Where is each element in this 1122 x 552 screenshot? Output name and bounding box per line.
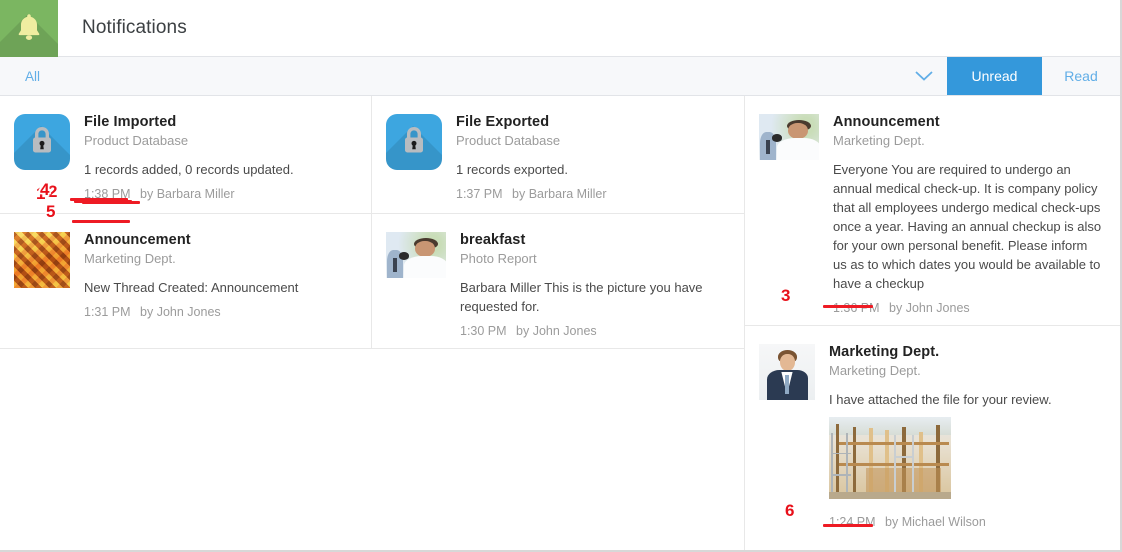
notification-subtitle: Photo Report <box>460 251 728 266</box>
annotation-underline <box>823 524 873 527</box>
avatar-man-with-microphone <box>759 114 819 160</box>
notification-meta: 1:30 PM by John Jones <box>460 324 728 338</box>
notification-time: 1:37 PM <box>456 187 503 201</box>
notification-message: Everyone You are required to undergo an … <box>833 160 1104 293</box>
notification-subtitle: Marketing Dept. <box>829 363 1104 378</box>
avatar-man-in-suit <box>759 344 815 400</box>
read-state-segmented-control: Unread Read <box>947 57 1120 95</box>
notification-title: breakfast <box>460 232 728 248</box>
notification-card[interactable]: Announcement Marketing Dept. Everyone Yo… <box>745 96 1120 326</box>
notifications-app: Notifications All Unread Read <box>0 0 1122 552</box>
notification-meta: 1:37 PM by Barbara Miller <box>456 187 728 201</box>
notification-message: 1 records exported. <box>456 160 728 179</box>
notification-author: by John Jones <box>516 324 597 338</box>
attachment-image-construction-site[interactable] <box>829 417 951 499</box>
notification-title: Announcement <box>84 232 355 248</box>
tab-read[interactable]: Read <box>1042 57 1120 95</box>
notification-card[interactable]: Announcement Marketing Dept. New Thread … <box>0 214 372 349</box>
annotation-underline <box>70 198 128 201</box>
lock-icon <box>386 114 442 170</box>
notification-subtitle: Marketing Dept. <box>84 251 355 266</box>
avatar-man-with-microphone <box>386 232 446 278</box>
notification-author: by John Jones <box>889 301 970 315</box>
filter-all-button[interactable]: All <box>0 57 901 95</box>
notification-meta: 1:36 PM by John Jones <box>833 301 1104 315</box>
annotation-underline <box>72 220 130 223</box>
chevron-down-icon[interactable] <box>901 57 947 95</box>
annotation-marker: 6 <box>785 501 794 521</box>
notification-card[interactable]: breakfast Photo Report Barbara Miller Th… <box>372 214 744 349</box>
notification-author: by Michael Wilson <box>885 515 986 529</box>
notification-message: I have attached the file for your review… <box>829 390 1104 409</box>
notification-title: Announcement <box>833 114 1104 130</box>
notification-author: by Barbara Miller <box>512 187 606 201</box>
notification-author: by John Jones <box>140 305 221 319</box>
annotation-marker: 5 <box>46 202 55 222</box>
bell-icon <box>0 0 58 57</box>
notification-subtitle: Marketing Dept. <box>833 133 1104 148</box>
notification-author: by Barbara Miller <box>140 187 234 201</box>
notification-time: 1:36 PM <box>833 301 880 315</box>
notification-subtitle: Product Database <box>84 133 355 148</box>
notification-title: Marketing Dept. <box>829 344 1104 360</box>
notification-card[interactable]: File Exported Product Database 1 records… <box>372 96 744 214</box>
notification-meta: 1:31 PM by John Jones <box>84 305 355 319</box>
notifications-right-column: Announcement Marketing Dept. Everyone Yo… <box>745 96 1120 552</box>
filter-bar: All Unread Read <box>0 57 1120 96</box>
tab-unread[interactable]: Unread <box>947 57 1042 95</box>
woven-texture-thumbnail <box>14 232 70 288</box>
notifications-left-columns: File Imported Product Database 1 records… <box>0 96 745 552</box>
notification-message: New Thread Created: Announcement <box>84 278 355 297</box>
annotation-marker: 4 <box>40 180 49 200</box>
notification-title: File Exported <box>456 114 728 130</box>
notification-message: 1 records added, 0 records updated. <box>84 160 355 179</box>
notifications-grid: File Imported Product Database 1 records… <box>0 96 1120 552</box>
filter-all-label: All <box>25 69 40 84</box>
notification-card[interactable]: Marketing Dept. Marketing Dept. I have a… <box>745 326 1120 552</box>
notification-title: File Imported <box>84 114 355 130</box>
annotation-underline <box>823 305 873 308</box>
lock-icon <box>14 114 70 170</box>
app-header: Notifications <box>0 0 1120 57</box>
notification-time: 1:31 PM <box>84 305 131 319</box>
notification-time: 1:30 PM <box>460 324 507 338</box>
notification-message: Barbara Miller This is the picture you h… <box>460 278 728 316</box>
annotation-marker: 3 <box>781 286 790 306</box>
page-title: Notifications <box>58 17 187 39</box>
notification-subtitle: Product Database <box>456 133 728 148</box>
